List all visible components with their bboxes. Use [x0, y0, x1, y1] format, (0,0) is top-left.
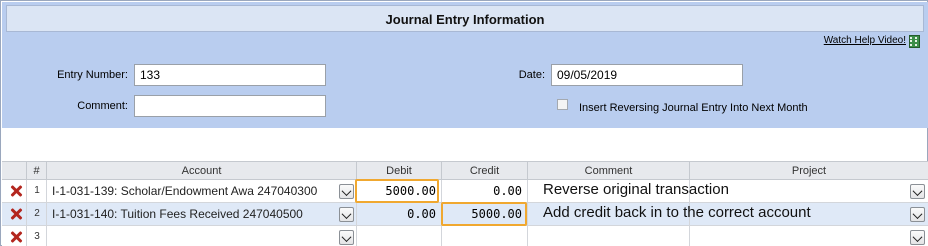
- column-header-account: Account: [47, 162, 357, 180]
- chevron-down-icon[interactable]: [910, 184, 925, 199]
- debit-highlight: [355, 179, 439, 203]
- table-row: 3: [2, 226, 928, 246]
- title-bar: Journal Entry Information: [6, 5, 924, 32]
- film-icon[interactable]: [909, 35, 920, 48]
- column-header-credit: Credit: [442, 162, 528, 180]
- debit-input[interactable]: 0.00: [362, 207, 436, 221]
- table-row: 1 I-1-031-139: Scholar/Endowment Awa 247…: [2, 180, 928, 203]
- account-select[interactable]: I-1-031-140: Tuition Fees Received 24704…: [52, 207, 337, 221]
- row-number-cell: 2: [27, 203, 47, 225]
- delete-icon[interactable]: [10, 185, 22, 197]
- comment-cell[interactable]: [528, 226, 690, 246]
- row-number-cell: 1: [27, 180, 47, 202]
- column-header-comment: Comment: [528, 162, 690, 180]
- row-number-cell: 3: [27, 226, 47, 246]
- account-select[interactable]: I-1-031-139: Scholar/Endowment Awa 24704…: [52, 184, 337, 198]
- journal-entry-panel: Journal Entry Information Watch Help Vid…: [0, 0, 928, 246]
- row-actions-cell: [2, 180, 27, 202]
- chevron-down-icon[interactable]: [339, 184, 354, 199]
- comment-input[interactable]: Add credit back in to the correct accoun…: [543, 204, 811, 221]
- date-label: Date:: [518, 69, 545, 81]
- comment-label: Comment:: [77, 100, 128, 112]
- comment-input[interactable]: [134, 95, 326, 117]
- row-number: 1: [34, 185, 40, 196]
- comment-input[interactable]: Reverse original transaction: [543, 181, 729, 198]
- column-header-project: Project: [791, 165, 827, 177]
- row-number: 2: [34, 208, 40, 219]
- delete-icon[interactable]: [10, 208, 22, 220]
- debit-cell[interactable]: [357, 226, 442, 246]
- delete-icon[interactable]: [10, 231, 22, 243]
- entry-number-input[interactable]: [134, 64, 326, 86]
- row-actions-cell: [2, 203, 27, 225]
- account-cell[interactable]: [47, 226, 357, 246]
- journal-entry-header: Journal Entry Information Watch Help Vid…: [2, 2, 928, 128]
- credit-input[interactable]: 0.00: [446, 184, 522, 198]
- reversing-entry-label: Insert Reversing Journal Entry Into Next…: [579, 102, 808, 114]
- chevron-down-icon[interactable]: [339, 230, 354, 245]
- row-number: 3: [34, 231, 40, 242]
- credit-highlight: [441, 202, 527, 226]
- table-header-row: # Account Debit Credit Comment Project: [2, 161, 928, 180]
- entry-number-label: Entry Number:: [57, 69, 128, 81]
- chevron-down-icon[interactable]: [910, 207, 925, 222]
- date-input[interactable]: [551, 64, 743, 86]
- page-title: Journal Entry Information: [385, 12, 545, 27]
- column-header-debit: Debit: [357, 162, 442, 180]
- credit-cell[interactable]: [442, 226, 528, 246]
- column-header-number: #: [27, 162, 47, 180]
- chevron-down-icon[interactable]: [910, 230, 925, 245]
- chevron-down-icon[interactable]: [339, 207, 354, 222]
- reversing-entry-checkbox[interactable]: [557, 99, 568, 110]
- watch-help-video-link[interactable]: Watch Help Video!: [824, 35, 906, 46]
- column-header-actions: [2, 162, 27, 180]
- row-actions-cell: [2, 226, 27, 246]
